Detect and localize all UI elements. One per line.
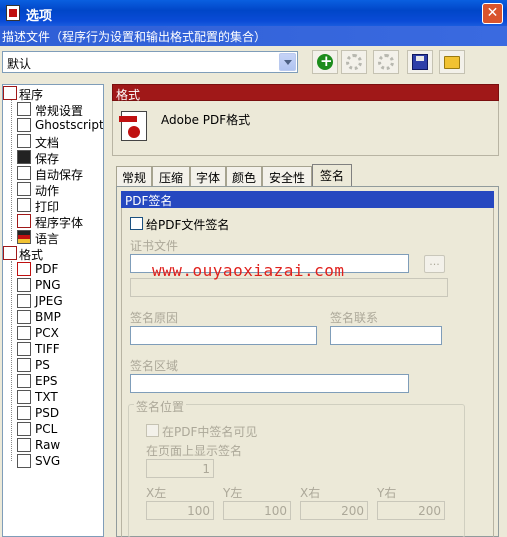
folder-icon [444, 56, 460, 69]
profile-select-value: 默认 [7, 57, 32, 71]
delete-icon [378, 54, 394, 70]
tab-signature[interactable]: 签名 [312, 164, 352, 187]
pdf-icon [119, 111, 147, 141]
printer-icon [17, 198, 31, 212]
position-group-label: 签名位置 [134, 398, 187, 415]
tab-compression[interactable]: 压缩 [152, 166, 190, 186]
tab-fonts[interactable]: 字体 [190, 166, 226, 186]
autosave-icon [17, 166, 31, 180]
profile-select[interactable]: 默认 [2, 51, 298, 73]
tab-colors[interactable]: 颜色 [226, 166, 262, 186]
eps-icon [17, 374, 31, 388]
add-profile-button[interactable] [312, 50, 338, 74]
actions-icon [17, 182, 31, 196]
y-right-label: Y右 [377, 486, 397, 500]
flag-icon [17, 230, 31, 244]
x-right-label: X右 [300, 486, 321, 500]
settings-tree: 程序 常规设置 Ghostscript 文档 保存 自动保存 动作 打印 程序字… [2, 84, 104, 537]
visible-signature-label: 在PDF中签名可见 [162, 425, 258, 439]
x-left-label: X左 [146, 486, 167, 500]
reason-input[interactable] [130, 326, 317, 345]
delete-profile-button [373, 50, 399, 74]
edit-profile-button [341, 50, 367, 74]
pdf-icon [17, 262, 31, 276]
y-left-input: 100 [223, 501, 291, 520]
app-icon [6, 5, 20, 21]
cert-password-input [130, 278, 448, 297]
tab-security[interactable]: 安全性 [262, 166, 312, 186]
ps-icon [17, 358, 31, 372]
cert-label: 证书文件 [130, 239, 179, 253]
image-icon [17, 294, 31, 308]
svg-icon [17, 454, 31, 468]
panel-header: 格式 [112, 84, 499, 102]
reason-label: 签名原因 [130, 311, 179, 325]
signing-section: 给PDF文件签名 证书文件 ... 签名原因 签名联系 签名区域 签名位置 在P… [121, 208, 494, 537]
open-profile-button[interactable] [439, 50, 465, 74]
y-left-label: Y左 [223, 486, 243, 500]
image-icon [17, 310, 31, 324]
sign-pdf-label: 给PDF文件签名 [146, 218, 230, 232]
y-right-input: 200 [377, 501, 445, 520]
tree-line [11, 99, 12, 241]
pcl-icon [17, 422, 31, 436]
program-icon [3, 86, 17, 100]
ghostscript-icon [17, 118, 31, 132]
location-input[interactable] [130, 374, 409, 393]
save-icon [412, 54, 428, 70]
chevron-down-icon[interactable] [279, 53, 296, 71]
tree-line [11, 261, 12, 461]
image-icon [17, 326, 31, 340]
psd-icon [17, 406, 31, 420]
visible-signature-checkbox [146, 424, 159, 437]
window-title: 选项 [26, 9, 53, 24]
disk-icon [17, 150, 31, 164]
image-icon [17, 278, 31, 292]
signature-tab-page: PDF签名 给PDF文件签名 证书文件 ... 签名原因 签名联系 签名区域 签… [116, 186, 499, 537]
contact-input[interactable] [330, 326, 442, 345]
x-left-input: 100 [146, 501, 214, 520]
save-profile-button[interactable] [407, 50, 433, 74]
title-bar: 选项 ✕ [0, 0, 507, 26]
tab-general[interactable]: 常规 [116, 166, 152, 186]
raw-icon [17, 438, 31, 452]
close-button[interactable]: ✕ [482, 3, 503, 24]
browse-button: ... [424, 255, 445, 273]
sign-pdf-checkbox[interactable] [130, 217, 143, 230]
format-info-box: Adobe PDF格式 [112, 101, 499, 156]
gear-icon [346, 54, 362, 70]
document-icon [17, 134, 31, 148]
formats-icon [3, 246, 17, 260]
page-label: 在页面上显示签名 [146, 444, 243, 458]
x-right-input: 200 [300, 501, 368, 520]
location-label: 签名区域 [130, 359, 179, 373]
add-icon [317, 52, 333, 70]
settings-icon [17, 102, 31, 116]
section-title: PDF签名 [121, 191, 494, 208]
image-icon [17, 342, 31, 356]
format-title: Adobe PDF格式 [161, 113, 251, 127]
text-icon [17, 390, 31, 404]
description-label: 描述文件（程序行为设置和输出格式配置的集合） [0, 26, 507, 46]
watermark-text: www.ouyaoxiazai.com [152, 261, 345, 280]
page-number-input: 1 [146, 459, 214, 478]
font-icon [17, 214, 31, 228]
contact-label: 签名联系 [330, 311, 379, 325]
